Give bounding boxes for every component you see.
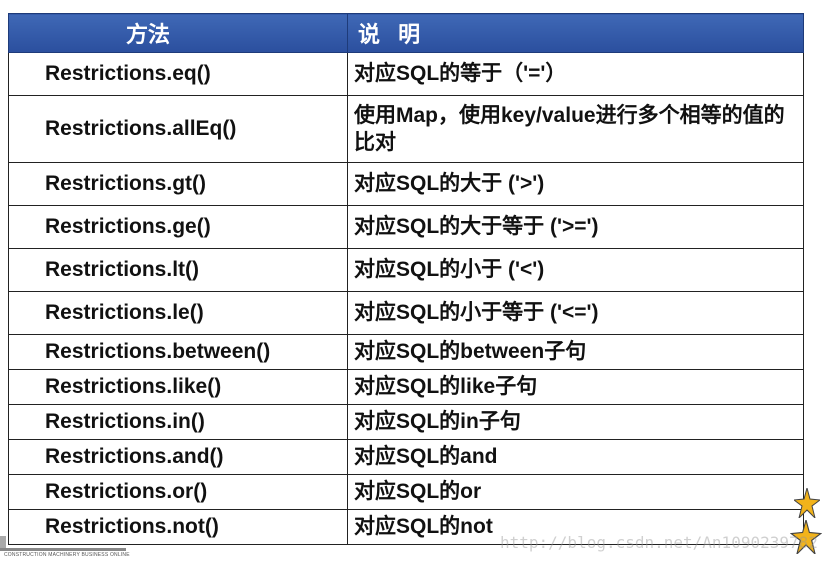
- method-cell: Restrictions.ge(): [8, 205, 348, 249]
- table-row: Restrictions.in() 对应SQL的in子句: [8, 404, 804, 440]
- header-description: 说 明: [347, 13, 804, 53]
- restrictions-table: 方法 说 明 Restrictions.eq() 对应SQL的等于（'='） R…: [8, 13, 804, 545]
- method-cell: Restrictions.le(): [8, 291, 348, 335]
- description-cell: 对应SQL的小于 ('<'): [347, 248, 804, 292]
- description-cell: 对应SQL的等于（'='）: [347, 52, 804, 96]
- method-cell: Restrictions.between(): [8, 334, 348, 370]
- method-cell: Restrictions.gt(): [8, 162, 348, 206]
- description-cell: 对应SQL的大于等于 ('>='): [347, 205, 804, 249]
- table-row: Restrictions.le() 对应SQL的小于等于 ('<='): [8, 291, 804, 335]
- footer-logo: CONSTRUCTION MACHINERY BUSINESS ONLINE: [0, 540, 130, 562]
- table-row: Restrictions.or() 对应SQL的or: [8, 474, 804, 510]
- method-cell: Restrictions.allEq(): [8, 95, 348, 163]
- description-cell: 使用Map，使用key/value进行多个相等的值的比对: [347, 95, 804, 163]
- table-row: Restrictions.ge() 对应SQL的大于等于 ('>='): [8, 205, 804, 249]
- description-cell: 对应SQL的in子句: [347, 404, 804, 440]
- description-cell: 对应SQL的like子句: [347, 369, 804, 405]
- star-icon: [792, 486, 822, 520]
- description-cell: 对应SQL的大于 ('>'): [347, 162, 804, 206]
- description-cell: 对应SQL的小于等于 ('<='): [347, 291, 804, 335]
- method-cell: Restrictions.lt(): [8, 248, 348, 292]
- table-row: Restrictions.lt() 对应SQL的小于 ('<'): [8, 248, 804, 292]
- table-row: Restrictions.allEq() 使用Map，使用key/value进行…: [8, 95, 804, 163]
- table-row: Restrictions.eq() 对应SQL的等于（'='）: [8, 52, 804, 96]
- table-header-row: 方法 说 明: [8, 13, 804, 53]
- table-row: Restrictions.gt() 对应SQL的大于 ('>'): [8, 162, 804, 206]
- method-cell: Restrictions.or(): [8, 474, 348, 510]
- header-method: 方法: [8, 13, 348, 53]
- method-cell: Restrictions.and(): [8, 439, 348, 475]
- footer-logo-text: CONSTRUCTION MACHINERY BUSINESS ONLINE: [4, 552, 130, 558]
- table-row: Restrictions.like() 对应SQL的like子句: [8, 369, 804, 405]
- watermark-text: http://blog.csdn.net/An1090239782: [500, 533, 818, 552]
- footer-logo-bar: [0, 548, 126, 551]
- restrictions-table-container: 方法 说 明 Restrictions.eq() 对应SQL的等于（'='） R…: [8, 13, 804, 545]
- description-cell: 对应SQL的between子句: [347, 334, 804, 370]
- description-cell: 对应SQL的or: [347, 474, 804, 510]
- method-cell: Restrictions.like(): [8, 369, 348, 405]
- table-row: Restrictions.between() 对应SQL的between子句: [8, 334, 804, 370]
- method-cell: Restrictions.in(): [8, 404, 348, 440]
- table-row: Restrictions.and() 对应SQL的and: [8, 439, 804, 475]
- method-cell: Restrictions.eq(): [8, 52, 348, 96]
- description-cell: 对应SQL的and: [347, 439, 804, 475]
